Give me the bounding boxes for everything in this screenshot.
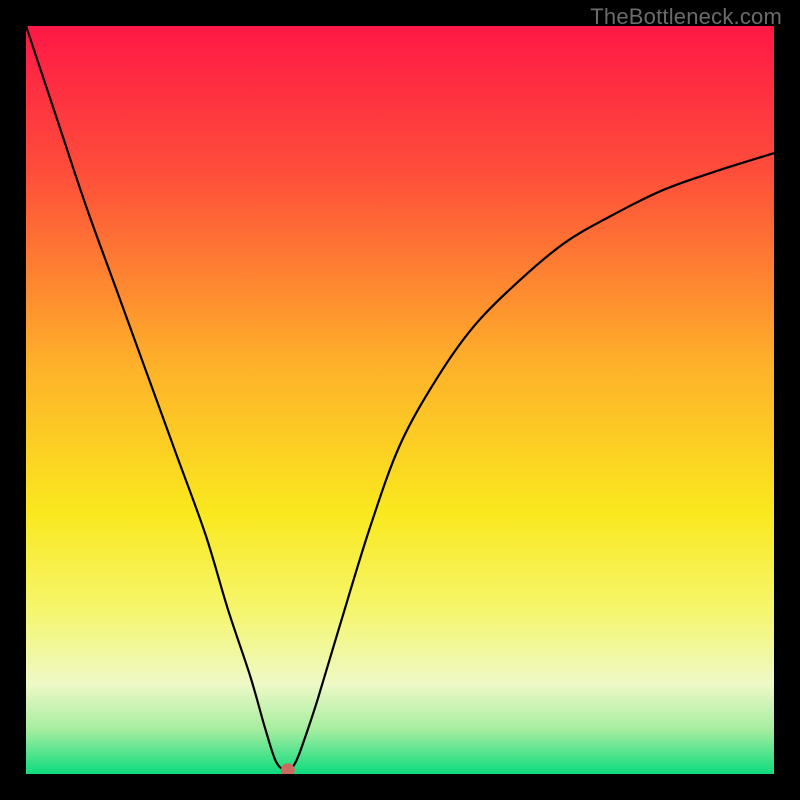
plot-frame [26,26,774,774]
chart-root: TheBottleneck.com [0,0,800,800]
watermark-text: TheBottleneck.com [590,4,782,30]
gradient-background [26,26,774,774]
chart-svg [26,26,774,774]
